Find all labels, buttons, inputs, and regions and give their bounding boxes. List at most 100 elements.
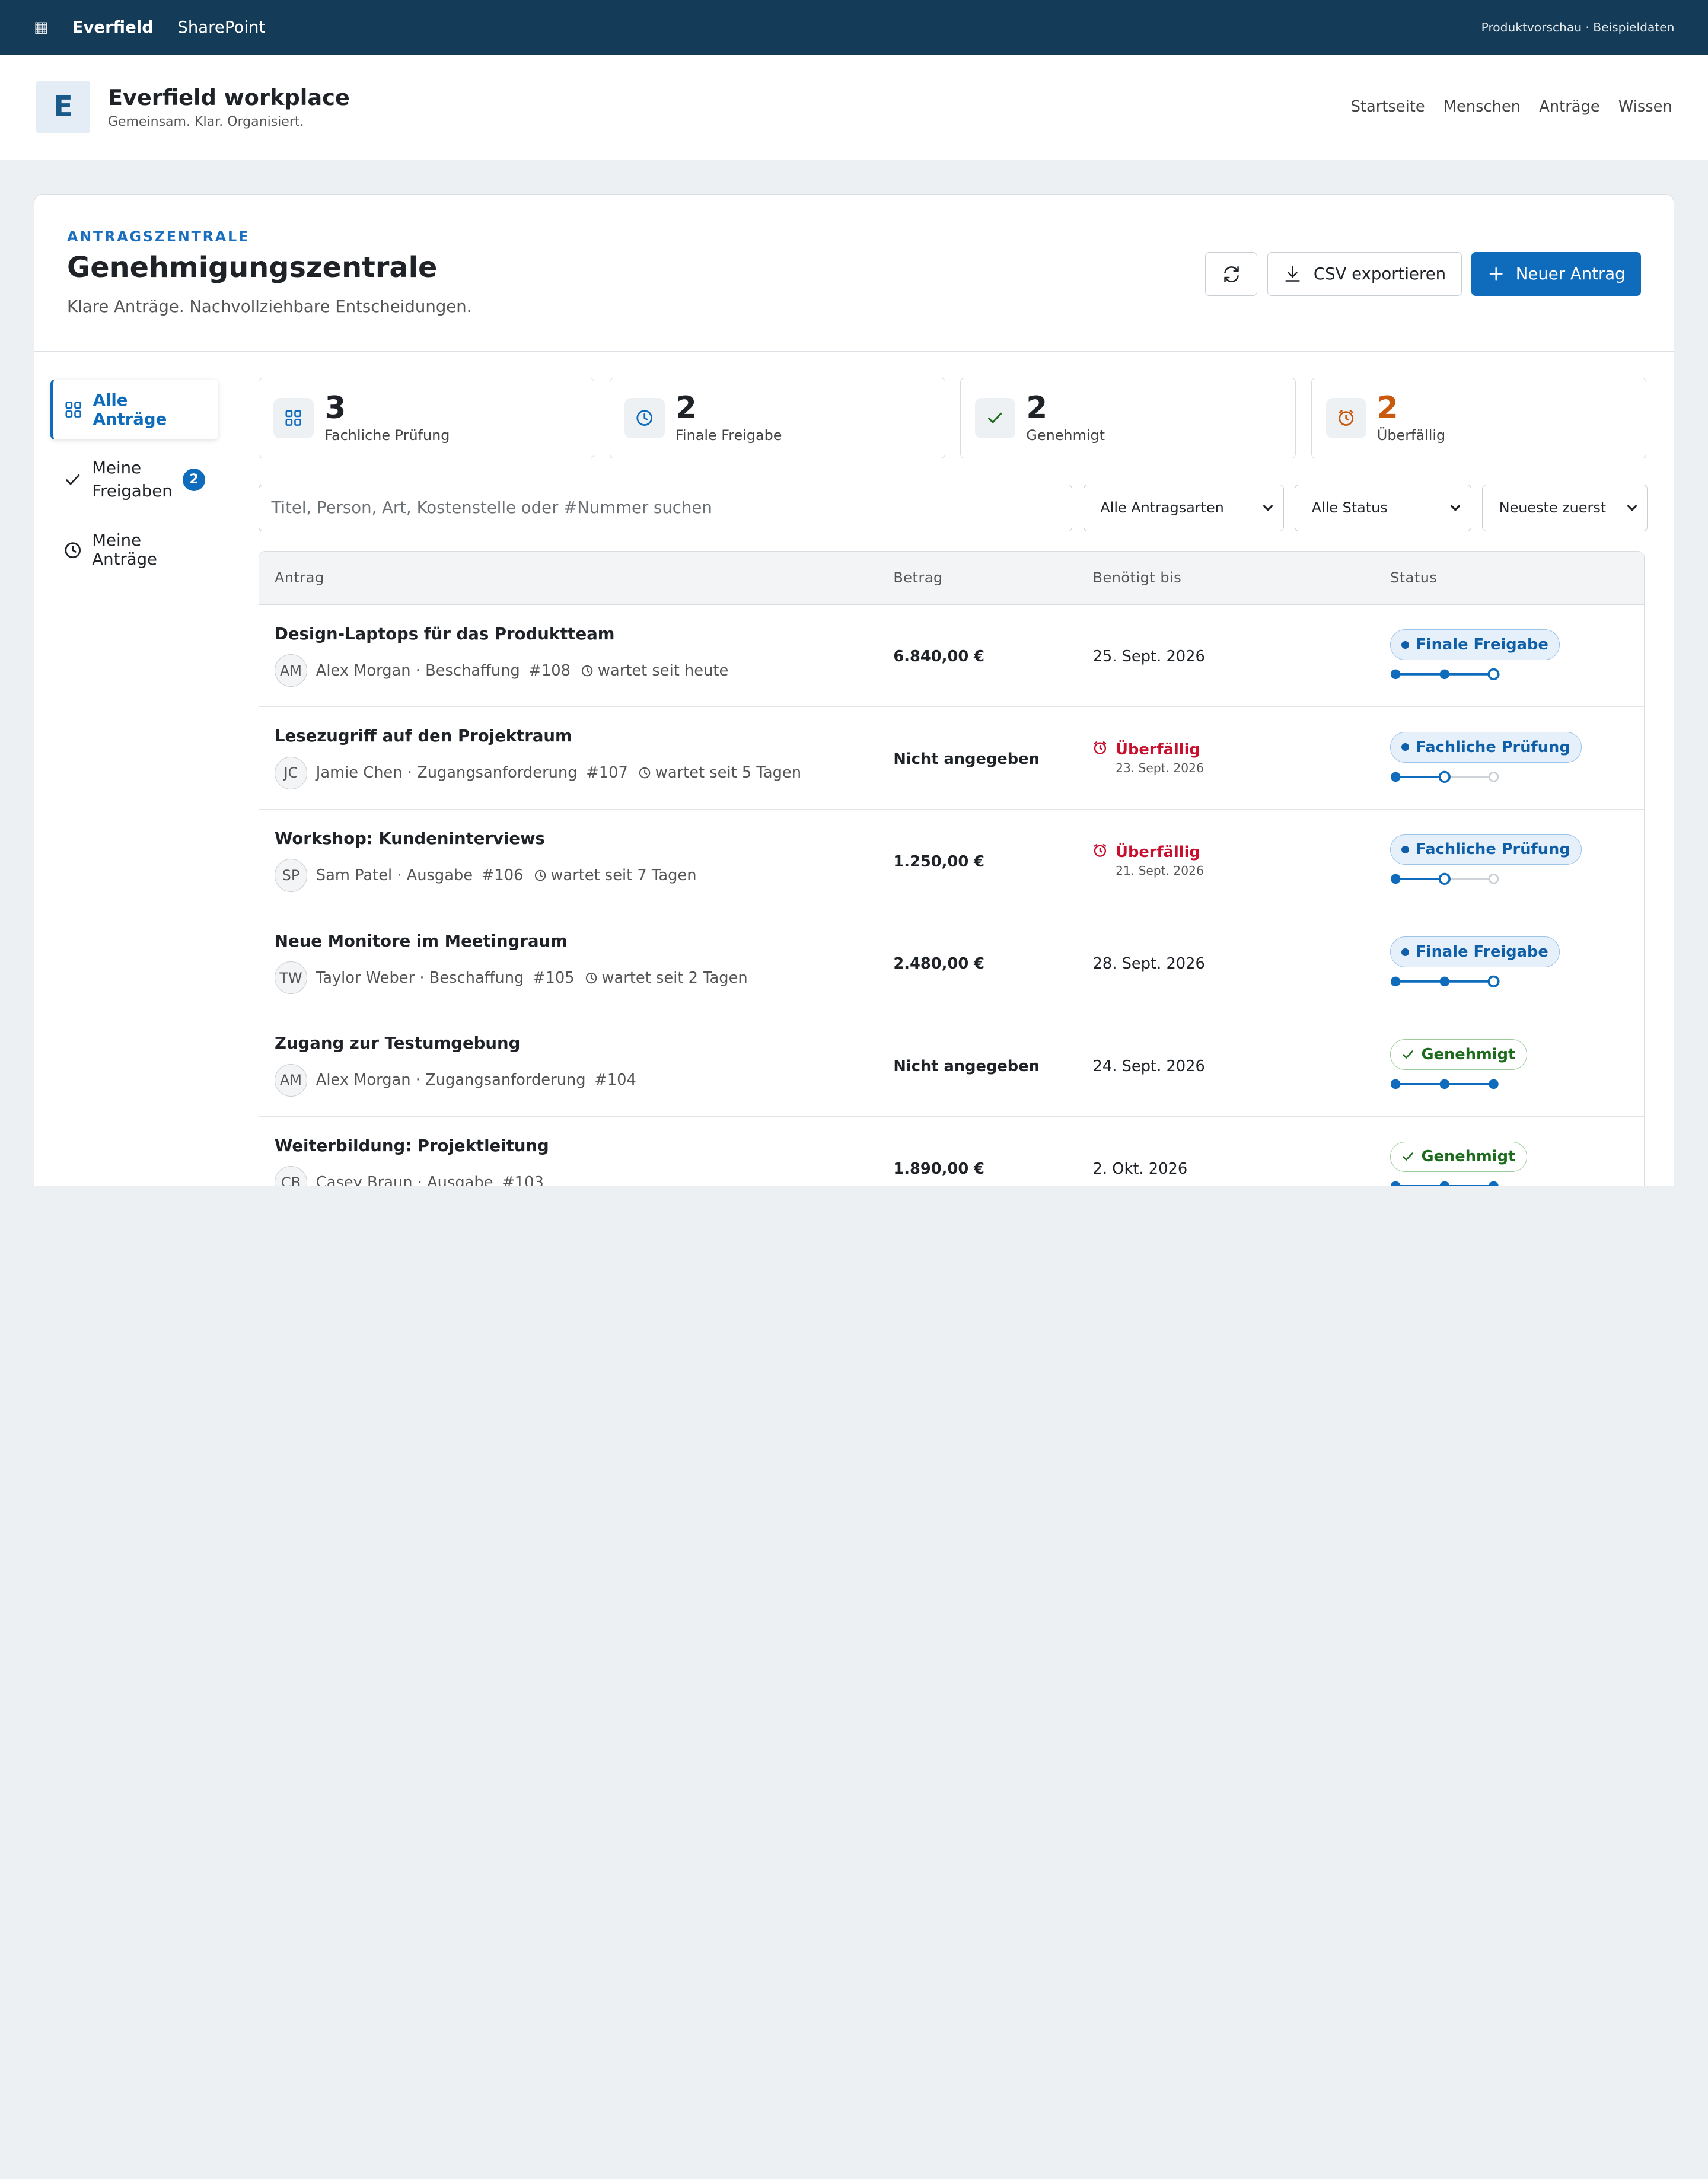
table-header: Antrag Betrag Benötigt bis Status: [259, 551, 1644, 605]
request-number: #106: [481, 866, 524, 884]
site-logo[interactable]: E: [36, 81, 91, 133]
requests-table: Antrag Betrag Benötigt bis Status Design…: [259, 550, 1645, 1187]
kpi-label: Überfällig: [1376, 426, 1446, 444]
requester-and-type: Taylor Weber · Beschaffung: [316, 969, 524, 987]
request-number: #107: [586, 764, 628, 782]
sidebar-item-meine-antraege[interactable]: Meine Anträge: [50, 520, 218, 580]
request-title[interactable]: Lesezugriff auf den Projektraum: [275, 727, 893, 746]
due-date: 21. Sept. 2026: [1116, 863, 1204, 878]
due-date: 2. Okt. 2026: [1092, 1159, 1188, 1178]
request-meta: SP Sam Patel · Ausgabe #106 wartet seit 7 T…: [274, 859, 893, 892]
overdue-indicator: Überfällig 21. Sept. 2026: [1093, 843, 1391, 878]
suite-brand[interactable]: Everfield: [72, 18, 154, 37]
table-row[interactable]: Weiterbildung: Projektleitung CB Casey Bra…: [259, 1117, 1644, 1187]
due-date: 25. Sept. 2026: [1092, 648, 1205, 666]
due-date: 24. Sept. 2026: [1092, 1057, 1205, 1076]
card-header: ANTRAGSZENTRALE Genehmigungszentrale Kla…: [34, 195, 1674, 352]
nav-wissen[interactable]: Wissen: [1618, 98, 1672, 116]
check-icon: [64, 471, 81, 488]
approval-progress: [1391, 668, 1500, 680]
kpi-fachliche-pruefung[interactable]: 3 Fachliche Prüfung: [259, 377, 595, 458]
search-input[interactable]: [259, 484, 1073, 531]
waiting-time: wartet seit 5 Tagen: [639, 764, 801, 782]
alarm-icon: [1094, 741, 1106, 755]
clock-icon: [64, 541, 81, 559]
table-body: Design-Laptops für das Produktteam AM Alex…: [259, 605, 1644, 1187]
suite-app-name[interactable]: SharePoint: [177, 18, 265, 37]
status-badge: Finale Freigabe: [1390, 629, 1560, 660]
new-request-button[interactable]: Neuer Antrag: [1471, 252, 1642, 296]
amount: 2.480,00 €: [893, 955, 985, 973]
requester-and-type: Sam Patel · Ausgabe: [316, 866, 473, 884]
table-row[interactable]: Neue Monitore im Meetingraum TW Taylor Web…: [259, 912, 1644, 1015]
avatar: SP: [274, 859, 308, 892]
clock-icon: [585, 972, 597, 983]
nav-menschen[interactable]: Menschen: [1443, 98, 1521, 116]
kpi-finale-freigabe[interactable]: 2 Finale Freigabe: [609, 377, 945, 458]
type-select[interactable]: Alle Antragsarten: [1083, 484, 1284, 531]
main-content: 3 Fachliche Prüfung 2 Finale Freigabe 2 …: [232, 352, 1674, 1187]
status-select[interactable]: Alle Status: [1295, 484, 1471, 531]
export-csv-button[interactable]: CSV exportieren: [1267, 252, 1462, 296]
table-row[interactable]: Lesezugriff auf den Projektraum JC Jamie C…: [259, 707, 1644, 810]
avatar: AM: [274, 1063, 308, 1097]
kpi-row: 3 Fachliche Prüfung 2 Finale Freigabe 2 …: [259, 377, 1648, 458]
kpi-label: Finale Freigabe: [675, 426, 782, 444]
kpi-ueberfaellig[interactable]: 2 Überfällig: [1311, 377, 1647, 458]
app-launcher-icon[interactable]: ▦: [34, 18, 48, 36]
column-header-betrag[interactable]: Betrag: [893, 569, 1092, 586]
kpi-genehmigt[interactable]: 2 Genehmigt: [960, 377, 1296, 458]
requester-and-type: Casey Braun · Ausgabe: [316, 1174, 493, 1187]
site-title[interactable]: Everfield workplace: [108, 85, 350, 110]
table-row[interactable]: Zugang zur Testumgebung AM Alex Morgan · Z…: [259, 1014, 1644, 1117]
request-meta: CB Casey Braun · Ausgabe #103: [274, 1166, 893, 1187]
chevron-down-icon: [1627, 505, 1637, 511]
suite-bar: ▦ Everfield SharePoint Produktvorschau ·…: [0, 0, 1708, 55]
overdue-label: Überfällig: [1116, 843, 1200, 861]
amount: 1.250,00 €: [893, 852, 985, 871]
avatar: TW: [274, 961, 308, 995]
approval-progress: [1391, 975, 1500, 987]
status-select-value: Alle Status: [1311, 499, 1388, 517]
sidebar: Alle Anträge Meine Freigaben 2 Meine Antr: [34, 351, 233, 1187]
request-number: #105: [533, 969, 575, 987]
waiting-time: wartet seit 7 Tagen: [534, 866, 697, 884]
table-row[interactable]: Workshop: Kundeninterviews SP Sam Patel · …: [259, 810, 1644, 912]
chevron-down-icon: [1263, 505, 1273, 511]
request-title[interactable]: Design-Laptops für das Produktteam: [275, 625, 893, 643]
sidebar-item-meine-freigaben[interactable]: Meine Freigaben 2: [50, 446, 218, 514]
grid-icon: [273, 397, 314, 438]
refresh-button[interactable]: [1205, 252, 1258, 296]
sidebar-item-alle-antraege[interactable]: Alle Anträge: [50, 380, 219, 439]
column-header-status[interactable]: Status: [1390, 569, 1644, 586]
amount: 6.840,00 €: [893, 648, 985, 666]
column-header-antrag[interactable]: Antrag: [259, 569, 893, 586]
requester-and-type: Alex Morgan · Zugangsanforderung: [316, 1071, 586, 1090]
site-header: E Everfield workplace Gemeinsam. Klar. O…: [0, 54, 1708, 161]
check-icon: [1403, 1152, 1414, 1161]
request-title[interactable]: Zugang zur Testumgebung: [275, 1034, 893, 1053]
request-title[interactable]: Workshop: Kundeninterviews: [275, 829, 893, 848]
overdue-indicator: Überfällig 23. Sept. 2026: [1093, 741, 1391, 775]
status-badge: Genehmigt: [1390, 1141, 1527, 1173]
nav-startseite[interactable]: Startseite: [1351, 98, 1425, 116]
plus-icon: [1489, 267, 1503, 281]
status-dot-icon: [1401, 641, 1410, 649]
sort-select[interactable]: Neueste zuerst: [1482, 484, 1648, 531]
column-header-benoetigt-bis[interactable]: Benötigt bis: [1093, 569, 1391, 586]
status-badge: Finale Freigabe: [1390, 936, 1560, 967]
overdue-label: Überfällig: [1116, 741, 1200, 759]
status-badge: Fachliche Prüfung: [1390, 834, 1582, 865]
nav-antraege[interactable]: Anträge: [1539, 98, 1599, 116]
kpi-value: 3: [324, 390, 346, 426]
chevron-down-icon: [1451, 505, 1461, 511]
alarm-icon: [1094, 844, 1106, 857]
table-row[interactable]: Design-Laptops für das Produktteam AM Alex…: [259, 605, 1644, 708]
request-title[interactable]: Weiterbildung: Projektleitung: [275, 1136, 893, 1155]
clock-icon: [534, 869, 546, 881]
page: ▦ Everfield SharePoint Produktvorschau ·…: [0, 0, 1708, 1187]
kpi-label: Fachliche Prüfung: [324, 426, 450, 444]
request-meta: AM Alex Morgan · Beschaffung #108 wartet se…: [274, 654, 893, 687]
request-title[interactable]: Neue Monitore im Meetingraum: [275, 932, 893, 951]
request-meta: JC Jamie Chen · Zugangsanforderung #107 war…: [274, 756, 893, 789]
